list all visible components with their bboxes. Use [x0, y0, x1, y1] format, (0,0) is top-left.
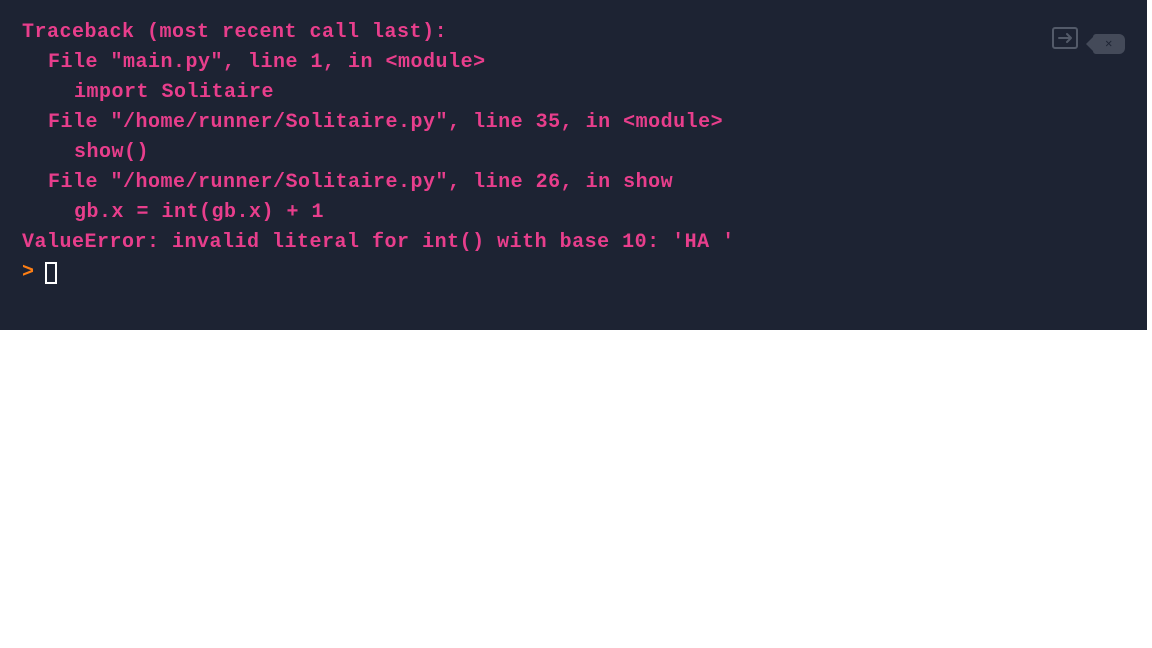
traceback-line: ValueError: invalid literal for int() wi…: [22, 228, 1125, 258]
traceback-line: import Solitaire: [22, 78, 1125, 108]
traceback-line: File "/home/runner/Solitaire.py", line 2…: [22, 168, 1125, 198]
clear-icon[interactable]: ✕: [1093, 34, 1125, 54]
traceback-line: Traceback (most recent call last):: [22, 18, 1125, 48]
cursor: [45, 262, 57, 284]
traceback-line: File "/home/runner/Solitaire.py", line 3…: [22, 108, 1125, 138]
traceback-line: gb.x = int(gb.x) + 1: [22, 198, 1125, 228]
prompt-char: >: [22, 258, 35, 288]
traceback-output: Traceback (most recent call last):File "…: [22, 18, 1125, 258]
traceback-line: File "main.py", line 1, in <module>: [22, 48, 1125, 78]
traceback-line: show(): [22, 138, 1125, 168]
prompt-line[interactable]: >: [22, 258, 1125, 288]
popout-icon[interactable]: [1051, 26, 1079, 61]
terminal-panel: ✕ Traceback (most recent call last):File…: [0, 0, 1147, 330]
terminal-toolbar: ✕: [1051, 26, 1125, 61]
